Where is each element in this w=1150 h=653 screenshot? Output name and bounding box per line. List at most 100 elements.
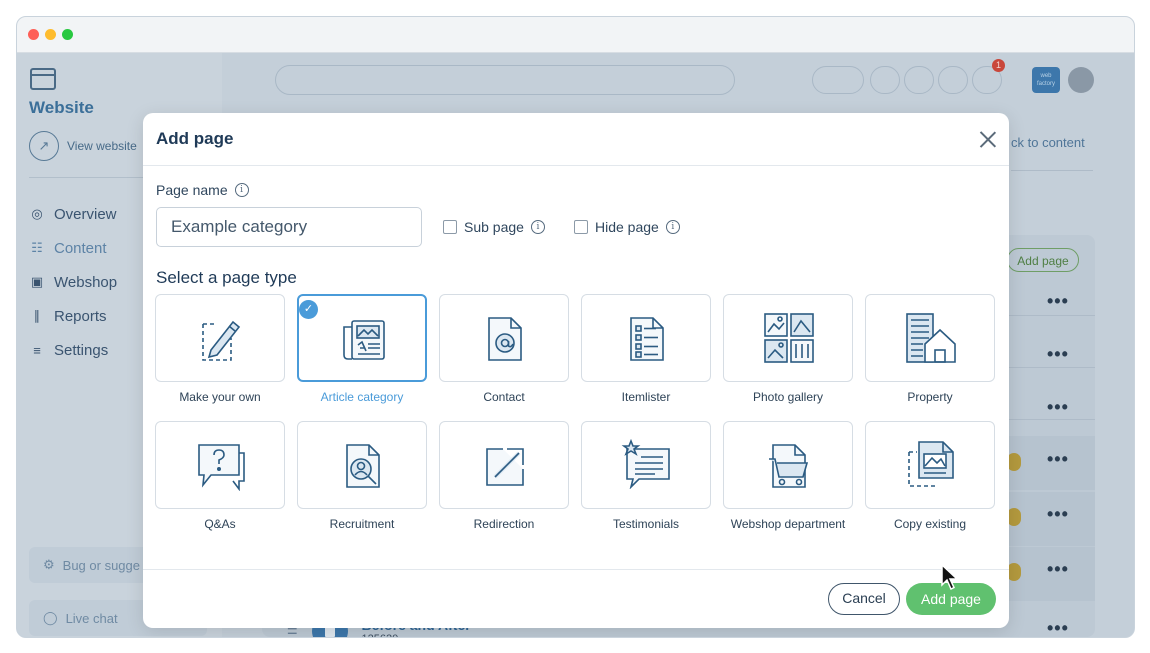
more-options-icon[interactable]: ••• [1047,618,1069,637]
browser-window: Website ↗ View website ◎ Overview ☷ Cont… [16,16,1135,638]
page-type-label: Article category [320,390,404,404]
more-options-icon[interactable]: ••• [1047,344,1069,365]
cart-document-icon [769,444,809,488]
hide-page-checkbox[interactable]: Hide page i [574,219,680,235]
page-type-label: Webshop department [730,517,846,531]
page-type-photo-gallery[interactable] [723,294,853,382]
view-website-label: View website [67,139,137,153]
question-bubble-icon [198,444,245,491]
more-options-icon[interactable]: ••• [1047,449,1069,470]
page-type-recruitment[interactable] [297,421,427,509]
maximize-window-button[interactable] [62,29,73,40]
email-document-icon [488,317,522,361]
checkbox-icon[interactable] [574,220,588,234]
avatar[interactable] [1068,67,1094,93]
cancel-button[interactable]: Cancel [828,583,900,615]
page-type-label: Make your own [179,390,261,404]
help-button[interactable] [812,66,864,94]
page-type-redirection[interactable] [439,421,569,509]
page-name-label-text: Page name [156,182,228,198]
app-background: Website ↗ View website ◎ Overview ☷ Cont… [17,53,1134,637]
bug-report-label: Bug or sugge [62,557,140,573]
sidebar-title: Website [29,98,94,117]
page-type-testimonials[interactable] [581,421,711,509]
sidebar-nav: ◎ Overview ☷ Content ▣ Webshop ∥ Reports… [29,197,117,367]
page-type-contact[interactable] [439,294,569,382]
row-id: 125620 [362,633,471,637]
external-link-icon: ↗ [29,131,59,161]
hide-page-label: Hide page [595,219,659,235]
sidebar-item-reports[interactable]: ∥ Reports [29,299,117,333]
page-type-label: Recruitment [329,517,395,531]
info-icon[interactable]: i [665,220,680,234]
add-page-button-bg[interactable]: Add page [1007,248,1079,272]
divider [1011,170,1093,171]
sliders-icon: ≡ [33,342,41,358]
info-icon[interactable]: i [530,220,545,234]
basket-icon: ▣ [30,274,44,289]
close-icon[interactable] [979,130,997,148]
page-type-label: Copy existing [893,517,967,531]
section-title: Select a page type [156,268,297,287]
page-type-label: Testimonials [612,517,680,531]
sidebar-item-label: Content [54,239,107,257]
page-type-itemlister[interactable] [581,294,711,382]
photo-grid-icon [764,313,814,363]
sidebar-item-label: Settings [54,341,109,359]
close-window-button[interactable] [28,29,39,40]
modal-title: Add page [156,129,234,148]
sidebar-item-label: Reports [54,307,107,325]
page-type-qas[interactable] [155,421,285,509]
selected-check-icon: ✓ [299,300,318,319]
list-document-icon [630,317,664,361]
more-options-icon[interactable]: ••• [1047,559,1069,580]
sidebar-item-content[interactable]: ☷ Content [29,231,117,265]
mouse-cursor-icon [941,563,959,591]
add-page-modal: Add page Page name i Sub page i Hide pag… [143,113,1009,628]
sitemap-icon: ☷ [31,240,43,255]
view-website-link[interactable]: ↗ View website [29,131,137,161]
person-search-icon [346,444,380,488]
page-type-label: Itemlister [621,390,671,404]
star-speech-icon [621,439,670,489]
back-to-content-link[interactable]: ck to content [1011,135,1085,150]
more-options-icon[interactable]: ••• [1047,504,1069,525]
sidebar-item-settings[interactable]: ≡ Settings [29,333,117,367]
more-options-icon[interactable]: ••• [1047,397,1069,418]
sidebar-item-webshop[interactable]: ▣ Webshop [29,265,117,299]
globe-icon: ◎ [31,206,43,221]
page-type-label: Photo gallery [752,390,824,404]
notification-badge: 1 [992,59,1005,72]
sub-page-label: Sub page [464,219,524,235]
toolbar-button[interactable] [870,66,900,94]
sidebar-item-overview[interactable]: ◎ Overview [29,197,117,231]
minimize-window-button[interactable] [45,29,56,40]
checkbox-icon[interactable] [443,220,457,234]
status-badge [1007,453,1021,471]
sidebar-item-label: Overview [54,205,117,223]
page-type-copy-existing[interactable] [865,421,995,509]
toolbar-button[interactable] [904,66,934,94]
bug-icon: ⚙ [43,557,55,572]
search-input[interactable] [275,65,735,95]
chat-icon: ◯ [43,610,58,625]
divider [143,165,1009,166]
page-name-input[interactable] [156,207,422,247]
newspaper-icon [343,320,385,360]
copy-document-icon [908,441,954,487]
brand-logo[interactable]: web factory [1032,67,1060,93]
window-titlebar [17,17,1134,53]
more-options-icon[interactable]: ••• [1047,291,1069,312]
page-type-make-your-own[interactable] [155,294,285,382]
page-type-label: Contact [483,390,525,404]
info-icon[interactable]: i [234,183,249,197]
status-badge [1007,508,1021,526]
page-type-property[interactable] [865,294,995,382]
toolbar-button[interactable] [938,66,968,94]
live-chat-label: Live chat [65,610,118,626]
chart-icon: ∥ [33,308,41,323]
page-name-label: Page name i [156,182,249,198]
building-house-icon [906,313,956,363]
page-type-webshop-department[interactable] [723,421,853,509]
sub-page-checkbox[interactable]: Sub page i [443,219,545,235]
